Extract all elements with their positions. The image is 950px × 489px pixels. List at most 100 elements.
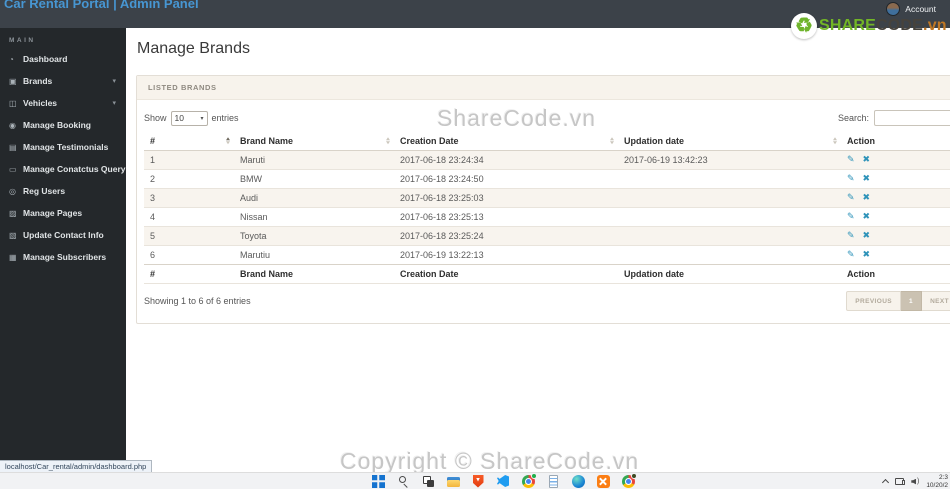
delete-icon[interactable]: ✖	[863, 249, 871, 259]
chevron-down-icon: ▾	[112, 100, 116, 107]
delete-icon[interactable]: ✖	[863, 211, 871, 221]
pages-icon: ▨	[9, 208, 17, 218]
action-cell: ✎ ✖	[841, 226, 950, 245]
windows-start-icon[interactable]	[371, 474, 385, 488]
sidebar-item-label: Manage Booking	[23, 120, 92, 130]
system-tray: ) 2:3 10/20/2	[882, 473, 948, 489]
edit-icon[interactable]: ✎	[847, 154, 855, 164]
sidebar-item-update-contact-info[interactable]: ▧ Update Contact Info	[0, 224, 126, 246]
edit-icon[interactable]: ✎	[847, 192, 855, 202]
sidebar-item-manage-booking[interactable]: ◉ Manage Booking	[0, 114, 126, 136]
sidebar-item-label: Dashboard	[23, 54, 68, 64]
edge-icon[interactable]	[571, 474, 585, 488]
pagination-next-button[interactable]: Next	[922, 290, 950, 311]
search-control: Search:	[838, 110, 950, 126]
delete-icon[interactable]: ✖	[863, 230, 871, 240]
sidebar-item-vehicles[interactable]: ◫ Vehicles ▾	[0, 92, 126, 114]
column-footer: Updation date	[618, 263, 841, 284]
table-cell: 1	[150, 154, 156, 165]
sidebar-item-dashboard[interactable]: ◔ Dashboard	[0, 48, 126, 70]
table-row: 6 Marutiu 2017-06-19 13:22:13 ✎ ✖	[144, 245, 950, 264]
users-icon: ◉	[9, 120, 16, 130]
sidebar-item-manage-contactus-query[interactable]: ▭ Manage Conatctus Query	[0, 158, 126, 180]
table-cell: BMW	[240, 173, 262, 184]
column-header-label: Creation Date	[400, 135, 459, 146]
edit-icon[interactable]: ✎	[847, 173, 855, 183]
sort-icon	[610, 137, 614, 145]
column-header[interactable]: #	[144, 132, 234, 151]
recycle-icon: ♻	[791, 13, 817, 39]
notepad-icon[interactable]	[547, 474, 560, 488]
delete-icon[interactable]: ✖	[863, 192, 871, 202]
table-cell: 2017-06-18 23:25:24	[400, 230, 484, 241]
sharecode-logo: ♻ SHARECODE.vn	[791, 13, 947, 39]
page-title: Manage Brands	[137, 40, 250, 57]
sort-icon	[833, 137, 837, 145]
action-cell: ✎ ✖	[841, 207, 950, 226]
delete-icon[interactable]: ✖	[863, 154, 871, 164]
action-cell: ✎ ✖	[841, 169, 950, 188]
column-header[interactable]: Action	[841, 132, 950, 151]
sidebar-item-brands[interactable]: ▣ Brands ▾	[0, 70, 126, 92]
table-cell: Audi	[240, 192, 259, 203]
datatable-footer: Showing 1 to 6 of 6 entries Previous 1 N…	[144, 290, 950, 311]
sidebar-item-manage-pages[interactable]: ▨ Manage Pages	[0, 202, 126, 224]
search-icon[interactable]	[397, 475, 410, 488]
sidebar-item-label: Manage Conatctus Query	[23, 164, 126, 174]
brave-icon[interactable]	[472, 474, 485, 488]
column-header-label: Updation date	[624, 135, 684, 146]
vscode-icon[interactable]	[497, 475, 510, 488]
sort-icon	[386, 137, 390, 145]
tray-speaker-icon[interactable]: )	[911, 478, 919, 486]
chrome-profile-icon[interactable]	[621, 472, 637, 488]
logo-vn-text: .vn	[923, 17, 947, 34]
brands-table: # Brand Name Creation Date Updation date Act…	[144, 132, 950, 284]
delete-icon[interactable]: ✖	[863, 173, 871, 183]
screen: Car Rental Portal | Admin Panel Account …	[0, 0, 950, 489]
tray-chevron-up-icon[interactable]	[882, 478, 890, 487]
table-row: 2 BMW 2017-06-18 23:24:50 ✎ ✖	[144, 169, 950, 188]
edit-icon[interactable]: ✎	[847, 249, 855, 259]
gauge-icon: ◔	[9, 54, 14, 64]
datatable-controls: Show 10 ▾ entries Search:	[144, 107, 950, 129]
edit-icon[interactable]: ✎	[847, 230, 855, 240]
table-row: 4 Nissan 2017-06-18 23:25:13 ✎ ✖	[144, 207, 950, 226]
table-row: 1 Maruti 2017-06-18 23:24:34 2017-06-19 13:…	[144, 150, 950, 169]
column-header[interactable]: Brand Name	[234, 132, 394, 151]
table-cell: 2017-06-19 13:42:23	[624, 154, 708, 165]
app-title-link[interactable]: Car Rental Portal | Admin Panel	[4, 0, 199, 11]
pagination-page-1-button[interactable]: 1	[901, 290, 923, 311]
chrome-icon[interactable]	[521, 472, 537, 488]
taskbar-icons	[0, 472, 950, 489]
file-explorer-icon[interactable]	[446, 475, 460, 488]
search-input[interactable]	[874, 110, 950, 126]
table-cell: 3	[150, 192, 156, 203]
column-footer: #	[144, 263, 234, 284]
tray-clock[interactable]: 2:3 10/20/2	[926, 474, 948, 489]
file-icon: ▧	[9, 230, 17, 240]
sidebar-menu: ◔ Dashboard ▣ Brands ▾ ◫ Vehicles ▾ ◉ Manage Book…	[0, 48, 126, 268]
entries-select[interactable]: 10 ▾	[170, 110, 208, 126]
chevron-down-icon: ▾	[200, 115, 204, 122]
xampp-icon[interactable]	[596, 474, 610, 488]
column-header-label: #	[150, 135, 156, 146]
task-view-icon[interactable]	[422, 475, 435, 488]
sidebar-item-manage-subscribers[interactable]: ▦ Manage Subscribers	[0, 246, 126, 268]
table-cell	[618, 245, 841, 264]
column-footer: Brand Name	[234, 263, 394, 284]
table-cell: 2017-06-18 23:24:34	[400, 154, 484, 165]
sidebar-item-label: Brands	[23, 76, 53, 86]
edit-icon[interactable]: ✎	[847, 211, 855, 221]
sidebar-item-reg-users[interactable]: ◎ Reg Users	[0, 180, 126, 202]
pagination-previous-button[interactable]: Previous	[846, 290, 902, 311]
column-header-label: Brand Name	[240, 135, 294, 146]
tray-display-icon[interactable]	[895, 478, 906, 485]
table-cell: Toyota	[240, 230, 267, 241]
sidebar-item-manage-testimonials[interactable]: ▤ Manage Testimonials	[0, 136, 126, 158]
table-cell: 2017-06-19 13:22:13	[400, 249, 484, 260]
desktop-icon: ▭	[9, 164, 17, 174]
column-header[interactable]: Updation date	[618, 132, 841, 151]
sidebar-item-label: Vehicles	[23, 98, 58, 108]
search-label: Search:	[837, 113, 869, 123]
column-header[interactable]: Creation Date	[394, 132, 618, 151]
